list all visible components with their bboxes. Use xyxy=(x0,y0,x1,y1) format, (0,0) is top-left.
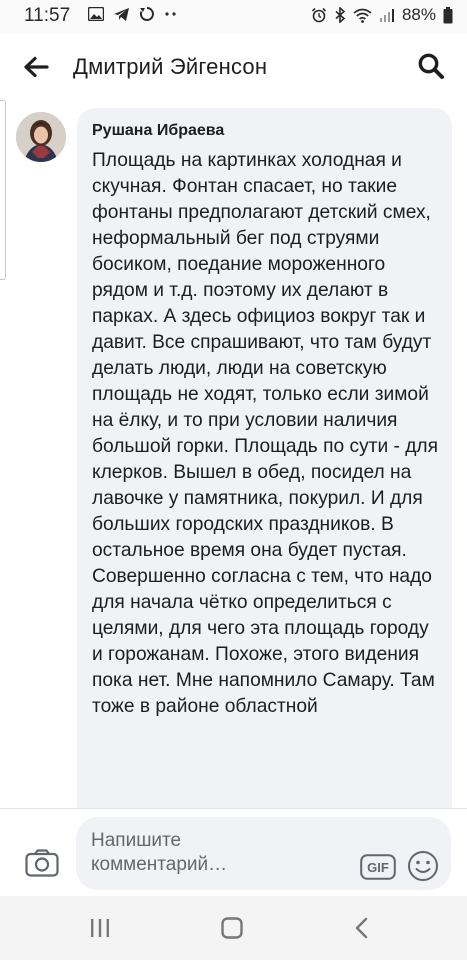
comment-author[interactable]: Рушана Ибраева xyxy=(92,122,224,140)
comments-feed[interactable]: Рушана Ибраева Площадь на картинках холо… xyxy=(0,100,467,808)
gif-label: GIF xyxy=(367,860,389,875)
wifi-icon xyxy=(353,8,372,23)
status-time: 11:57 xyxy=(24,5,71,26)
avatar[interactable] xyxy=(16,112,66,162)
system-nav-bar xyxy=(0,896,467,960)
nav-recents-button[interactable] xyxy=(80,914,120,942)
back-button[interactable] xyxy=(20,51,52,83)
recents-icon xyxy=(91,919,109,937)
system-icons: 88% xyxy=(311,5,453,25)
search-button[interactable] xyxy=(415,50,447,82)
page-title: Дмитрий Эйгенсон xyxy=(73,54,268,79)
notification-icons xyxy=(88,6,178,22)
comment-text: Площадь на картинках холодная и скучная.… xyxy=(92,150,439,717)
gallery-notification-icon xyxy=(88,7,104,21)
comment-composer: Напишите комментарий… GIF xyxy=(0,808,467,897)
nav-back-button[interactable] xyxy=(342,914,382,942)
edge-handle[interactable] xyxy=(0,100,6,280)
alarm-icon xyxy=(311,7,327,23)
comment-input[interactable]: Напишите комментарий… GIF xyxy=(76,817,451,890)
chevron-left-icon xyxy=(355,917,368,939)
emoji-button[interactable] xyxy=(407,850,439,882)
battery-icon xyxy=(443,6,453,23)
app-header: Дмитрий Эйгенсон xyxy=(0,34,467,101)
battery-percent: 88% xyxy=(401,5,436,24)
home-icon xyxy=(221,917,243,939)
nav-home-button[interactable] xyxy=(212,914,252,942)
search-icon xyxy=(418,53,444,79)
sync-notification-icon xyxy=(139,7,154,21)
telegram-notification-icon xyxy=(114,7,129,21)
bluetooth-icon xyxy=(335,7,346,23)
user-photo-icon xyxy=(16,112,66,162)
comment-bubble[interactable]: Рушана Ибраева Площадь на картинках холо… xyxy=(77,108,452,808)
camera-icon xyxy=(25,849,59,877)
arrow-left-icon xyxy=(24,56,49,78)
signal-icon xyxy=(379,8,394,22)
status-bar: 11:57 88% xyxy=(0,0,467,34)
more-notifications-icon xyxy=(165,12,176,16)
gif-button[interactable]: GIF xyxy=(360,854,396,880)
comment-input-placeholder: Напишите комментарий… xyxy=(91,830,228,875)
camera-button[interactable] xyxy=(24,847,60,879)
